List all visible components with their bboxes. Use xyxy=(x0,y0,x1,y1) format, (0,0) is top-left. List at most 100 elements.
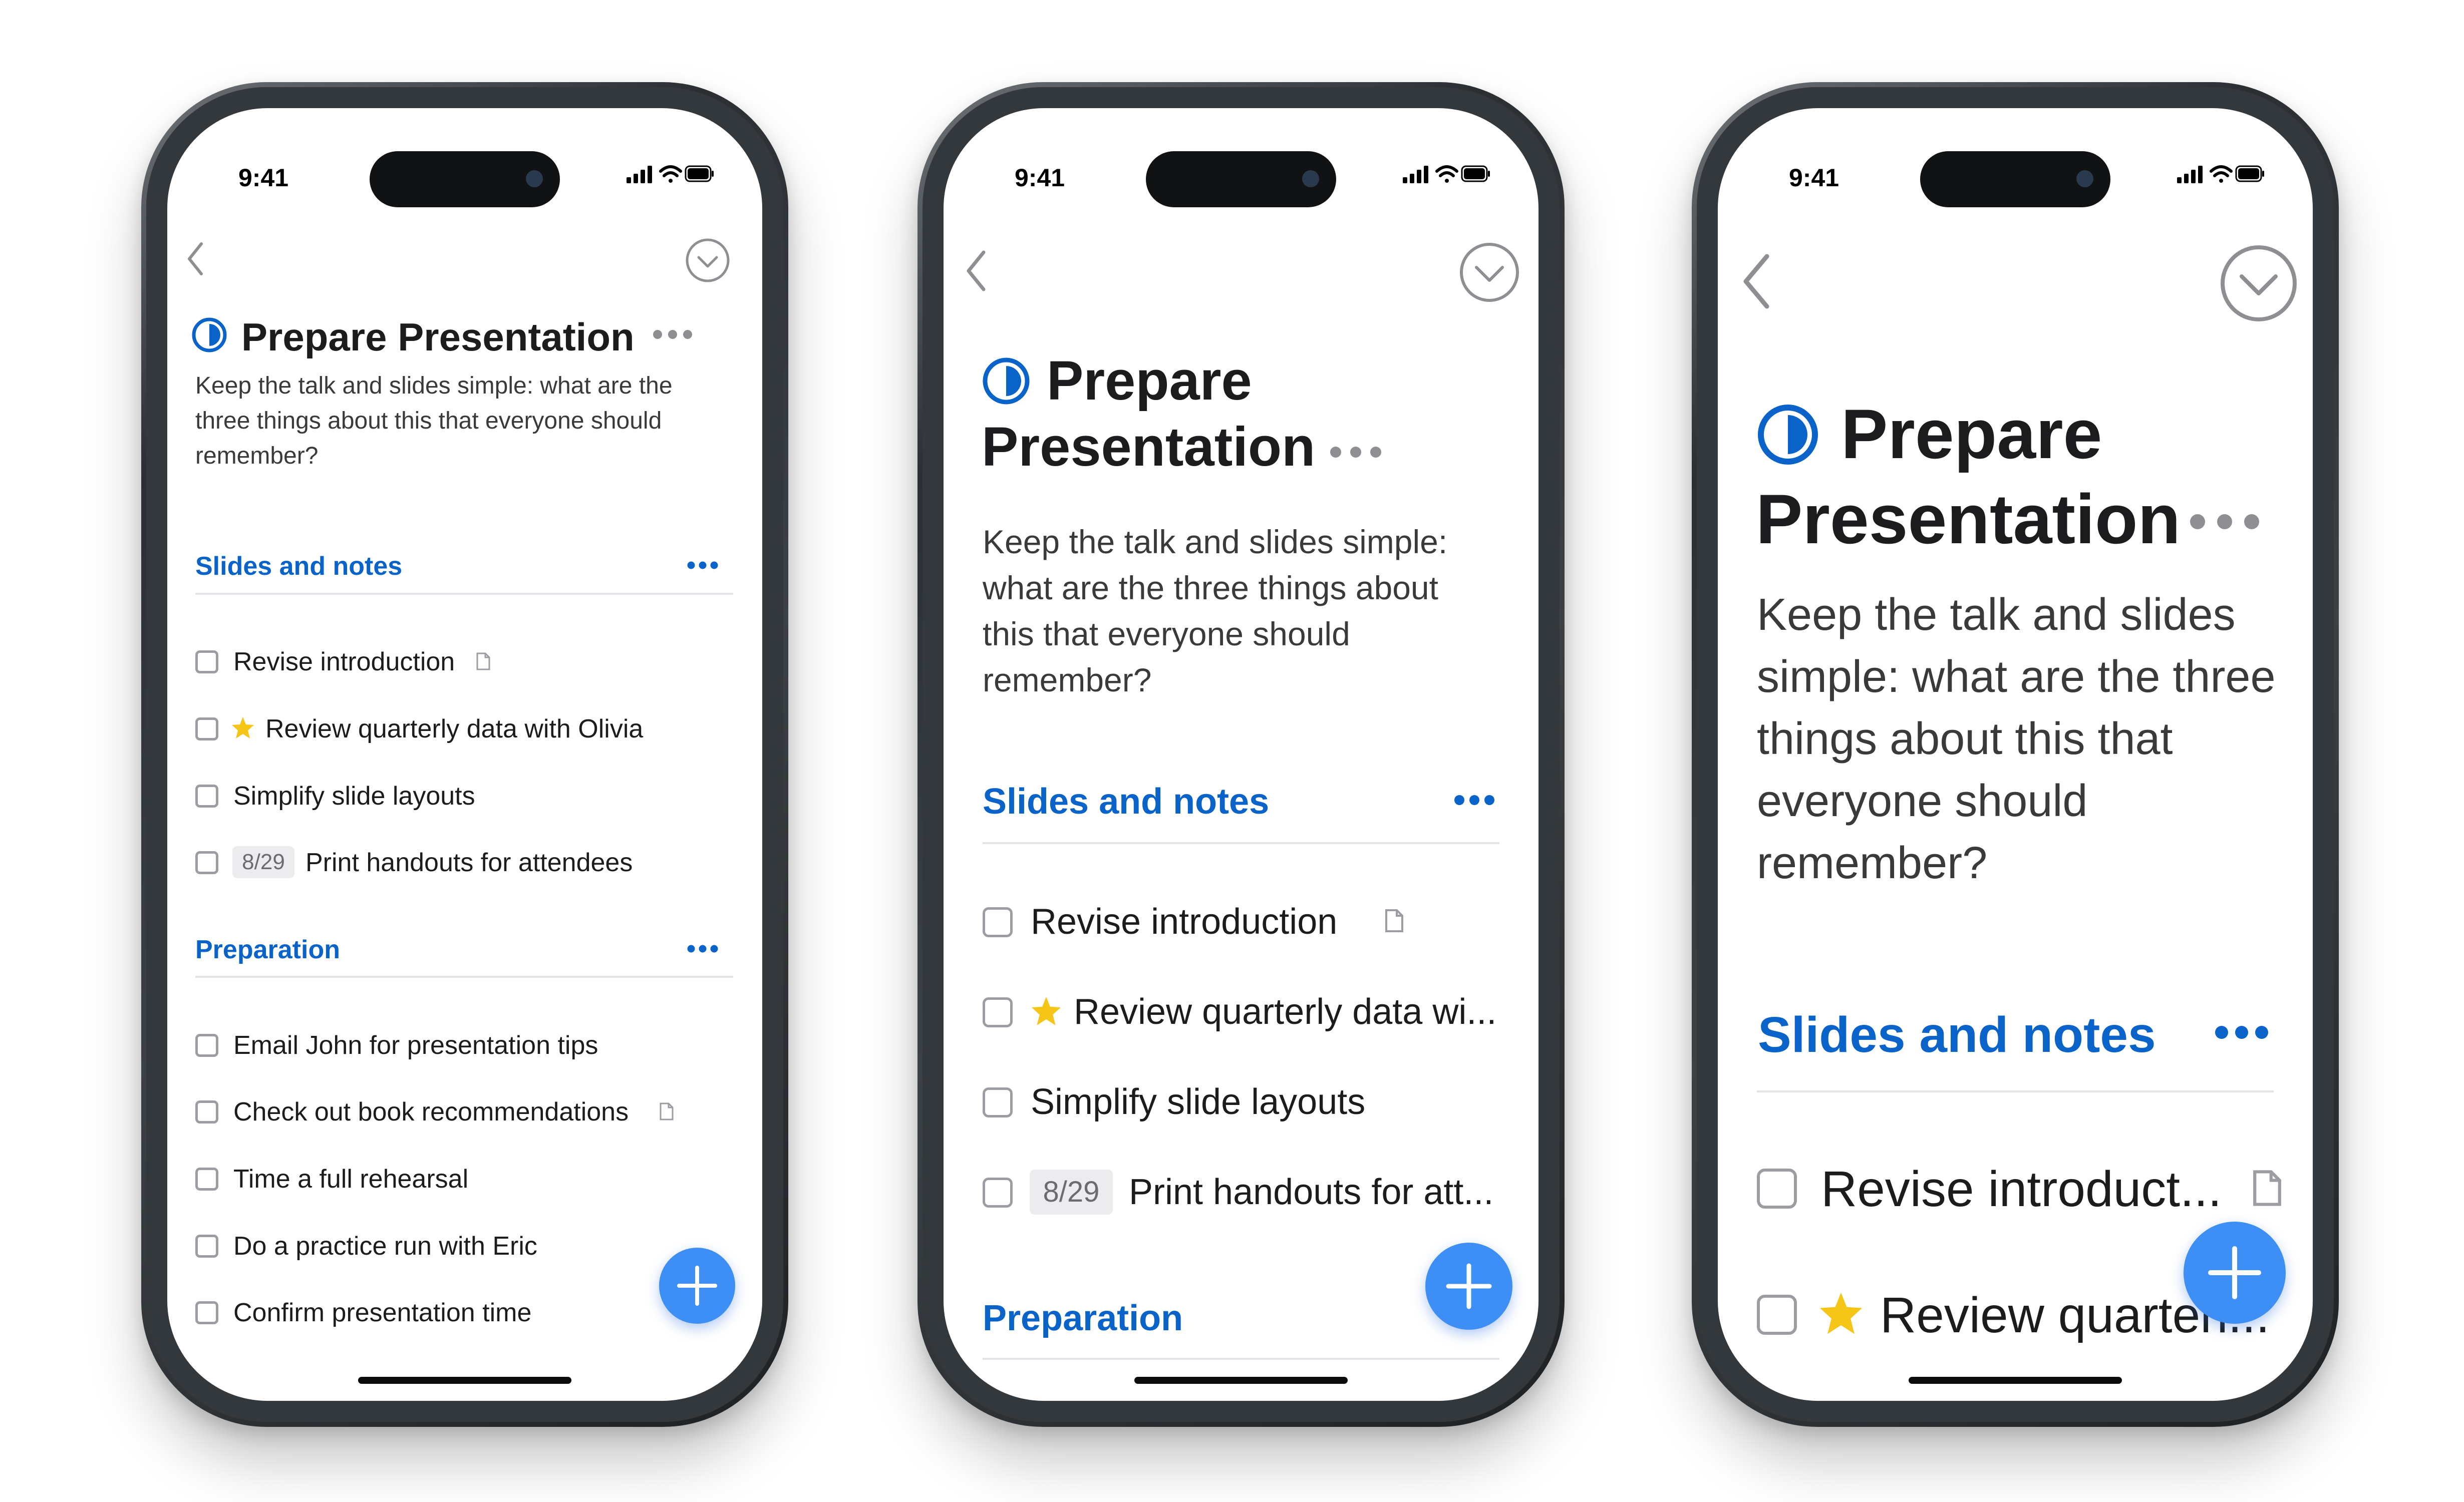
task-checkbox[interactable] xyxy=(195,650,218,673)
more-options-icon[interactable] xyxy=(652,328,694,340)
task-title: Prepare Presentation xyxy=(241,315,635,359)
home-indicator[interactable] xyxy=(1909,1377,2122,1384)
task-title-line2: Presentation xyxy=(982,416,1316,478)
task-checkbox[interactable] xyxy=(195,1235,218,1258)
task-checkbox[interactable] xyxy=(983,907,1013,937)
status-icons xyxy=(627,163,714,185)
complete-checkmark-icon[interactable] xyxy=(1458,241,1520,303)
star-icon xyxy=(230,716,255,740)
plus-icon xyxy=(677,1266,717,1306)
screen: 9:41 Prepare Presentation Keep the talk … xyxy=(1718,108,2313,1401)
status-time: 9:41 xyxy=(1789,164,1839,192)
screen: 9:41 Prepare Presentation Keep the talk … xyxy=(167,108,762,1401)
task-item-text[interactable]: Review quarterly data with Olivia xyxy=(265,714,643,744)
task-item-text[interactable]: Print handouts for att... xyxy=(1129,1172,1493,1213)
more-options-icon[interactable] xyxy=(2188,512,2262,532)
task-checkbox[interactable] xyxy=(1757,1295,1797,1335)
section-divider xyxy=(983,842,1499,844)
task-item-text[interactable]: Print handouts for attendees xyxy=(305,848,633,878)
section-title: Slides and notes xyxy=(195,552,403,581)
plus-icon xyxy=(2208,1246,2261,1299)
home-indicator[interactable] xyxy=(358,1377,571,1384)
phone-medium-text: 9:41 Prepare Presentation Keep the talk … xyxy=(917,82,1565,1427)
task-item-text[interactable]: Check out book recommendations xyxy=(233,1097,629,1127)
progress-half-circle-icon xyxy=(191,317,227,353)
task-item-text[interactable]: Revise introduct... xyxy=(1821,1161,2222,1218)
status-bar: 9:41 xyxy=(167,108,762,207)
home-indicator[interactable] xyxy=(1134,1377,1348,1384)
section-more-icon[interactable] xyxy=(2214,1024,2270,1040)
phone-small-text: 9:41 Prepare Presentation Keep the talk … xyxy=(141,82,788,1427)
dynamic-island xyxy=(370,151,560,207)
screen: 9:41 Prepare Presentation Keep the talk … xyxy=(944,108,1538,1401)
section-more-icon[interactable] xyxy=(1453,794,1495,806)
status-icons xyxy=(2177,163,2265,185)
signal-icon xyxy=(627,166,652,183)
phone-large-text: 9:41 Prepare Presentation Keep the talk … xyxy=(1692,82,2339,1427)
section-divider xyxy=(1757,1090,2274,1092)
task-checkbox[interactable] xyxy=(983,1178,1013,1208)
progress-half-circle-icon xyxy=(1756,403,1820,467)
task-item-text[interactable]: Revise introduction xyxy=(1031,901,1337,942)
task-checkbox[interactable] xyxy=(983,1087,1013,1117)
task-checkbox[interactable] xyxy=(1757,1169,1797,1209)
section-divider xyxy=(195,976,733,978)
wifi-icon xyxy=(659,165,682,183)
add-task-button[interactable] xyxy=(1425,1243,1512,1330)
status-bar: 9:41 xyxy=(1718,108,2313,207)
task-checkbox[interactable] xyxy=(195,785,218,808)
task-checkbox[interactable] xyxy=(195,1034,218,1057)
task-item-text[interactable]: Revise introduction xyxy=(233,647,455,677)
section-title: Slides and notes xyxy=(1758,1007,2156,1063)
task-item-text[interactable]: Review quarterly data wi... xyxy=(1074,991,1496,1032)
task-checkbox[interactable] xyxy=(195,851,218,874)
task-item-text[interactable]: Simplify slide layouts xyxy=(1031,1081,1365,1122)
task-item-text[interactable]: Email John for presentation tips xyxy=(233,1030,598,1060)
section-divider xyxy=(983,1358,1499,1360)
add-task-button[interactable] xyxy=(659,1248,735,1324)
task-checkbox[interactable] xyxy=(195,1100,218,1123)
task-title-line1: Prepare xyxy=(1047,350,1252,412)
task-description: Keep the talk and slides simple: what ar… xyxy=(1757,590,2276,888)
due-date-badge: 8/29 xyxy=(232,846,294,878)
task-description: Keep the talk and slides simple: what ar… xyxy=(195,372,673,469)
status-time: 9:41 xyxy=(238,164,289,192)
task-item-text[interactable]: Time a full rehearsal xyxy=(233,1164,468,1194)
progress-half-circle-icon xyxy=(982,356,1031,406)
section-more-icon[interactable] xyxy=(687,561,719,570)
task-item-text[interactable]: Do a practice run with Eric xyxy=(233,1231,537,1261)
section-title: Preparation xyxy=(195,935,340,964)
status-bar: 9:41 xyxy=(944,108,1538,207)
section-divider xyxy=(195,593,733,595)
section-title: Slides and notes xyxy=(983,782,1270,822)
signal-icon xyxy=(2177,166,2203,183)
battery-icon xyxy=(685,165,714,182)
section-more-icon[interactable] xyxy=(687,944,719,953)
task-item-text[interactable]: Confirm presentation time xyxy=(233,1298,531,1328)
status-time: 9:41 xyxy=(1015,164,1065,192)
back-chevron-icon[interactable] xyxy=(1740,251,1773,311)
status-icons xyxy=(1403,163,1490,185)
task-description: Keep the talk and slides simple: what ar… xyxy=(983,523,1448,698)
section-title: Preparation xyxy=(983,1298,1183,1338)
wifi-icon xyxy=(1435,165,1458,183)
plus-icon xyxy=(1446,1263,1492,1309)
task-checkbox[interactable] xyxy=(983,997,1013,1027)
add-task-button[interactable] xyxy=(2184,1222,2286,1324)
complete-checkmark-icon[interactable] xyxy=(685,237,731,283)
battery-icon xyxy=(2235,165,2264,182)
task-title-line1: Prepare xyxy=(1841,395,2102,473)
complete-checkmark-icon[interactable] xyxy=(2219,243,2299,323)
more-options-icon[interactable] xyxy=(1328,445,1383,460)
battery-icon xyxy=(1461,165,1490,182)
dynamic-island xyxy=(1146,151,1336,207)
task-checkbox[interactable] xyxy=(195,1168,218,1191)
back-chevron-icon[interactable] xyxy=(185,241,205,277)
back-chevron-icon[interactable] xyxy=(964,248,989,293)
note-icon xyxy=(1384,908,1404,933)
note-icon xyxy=(2252,1169,2283,1208)
task-title-line2: Presentation xyxy=(1756,480,2181,558)
task-checkbox[interactable] xyxy=(195,717,218,740)
task-item-text[interactable]: Simplify slide layouts xyxy=(233,781,475,811)
task-checkbox[interactable] xyxy=(195,1301,218,1324)
